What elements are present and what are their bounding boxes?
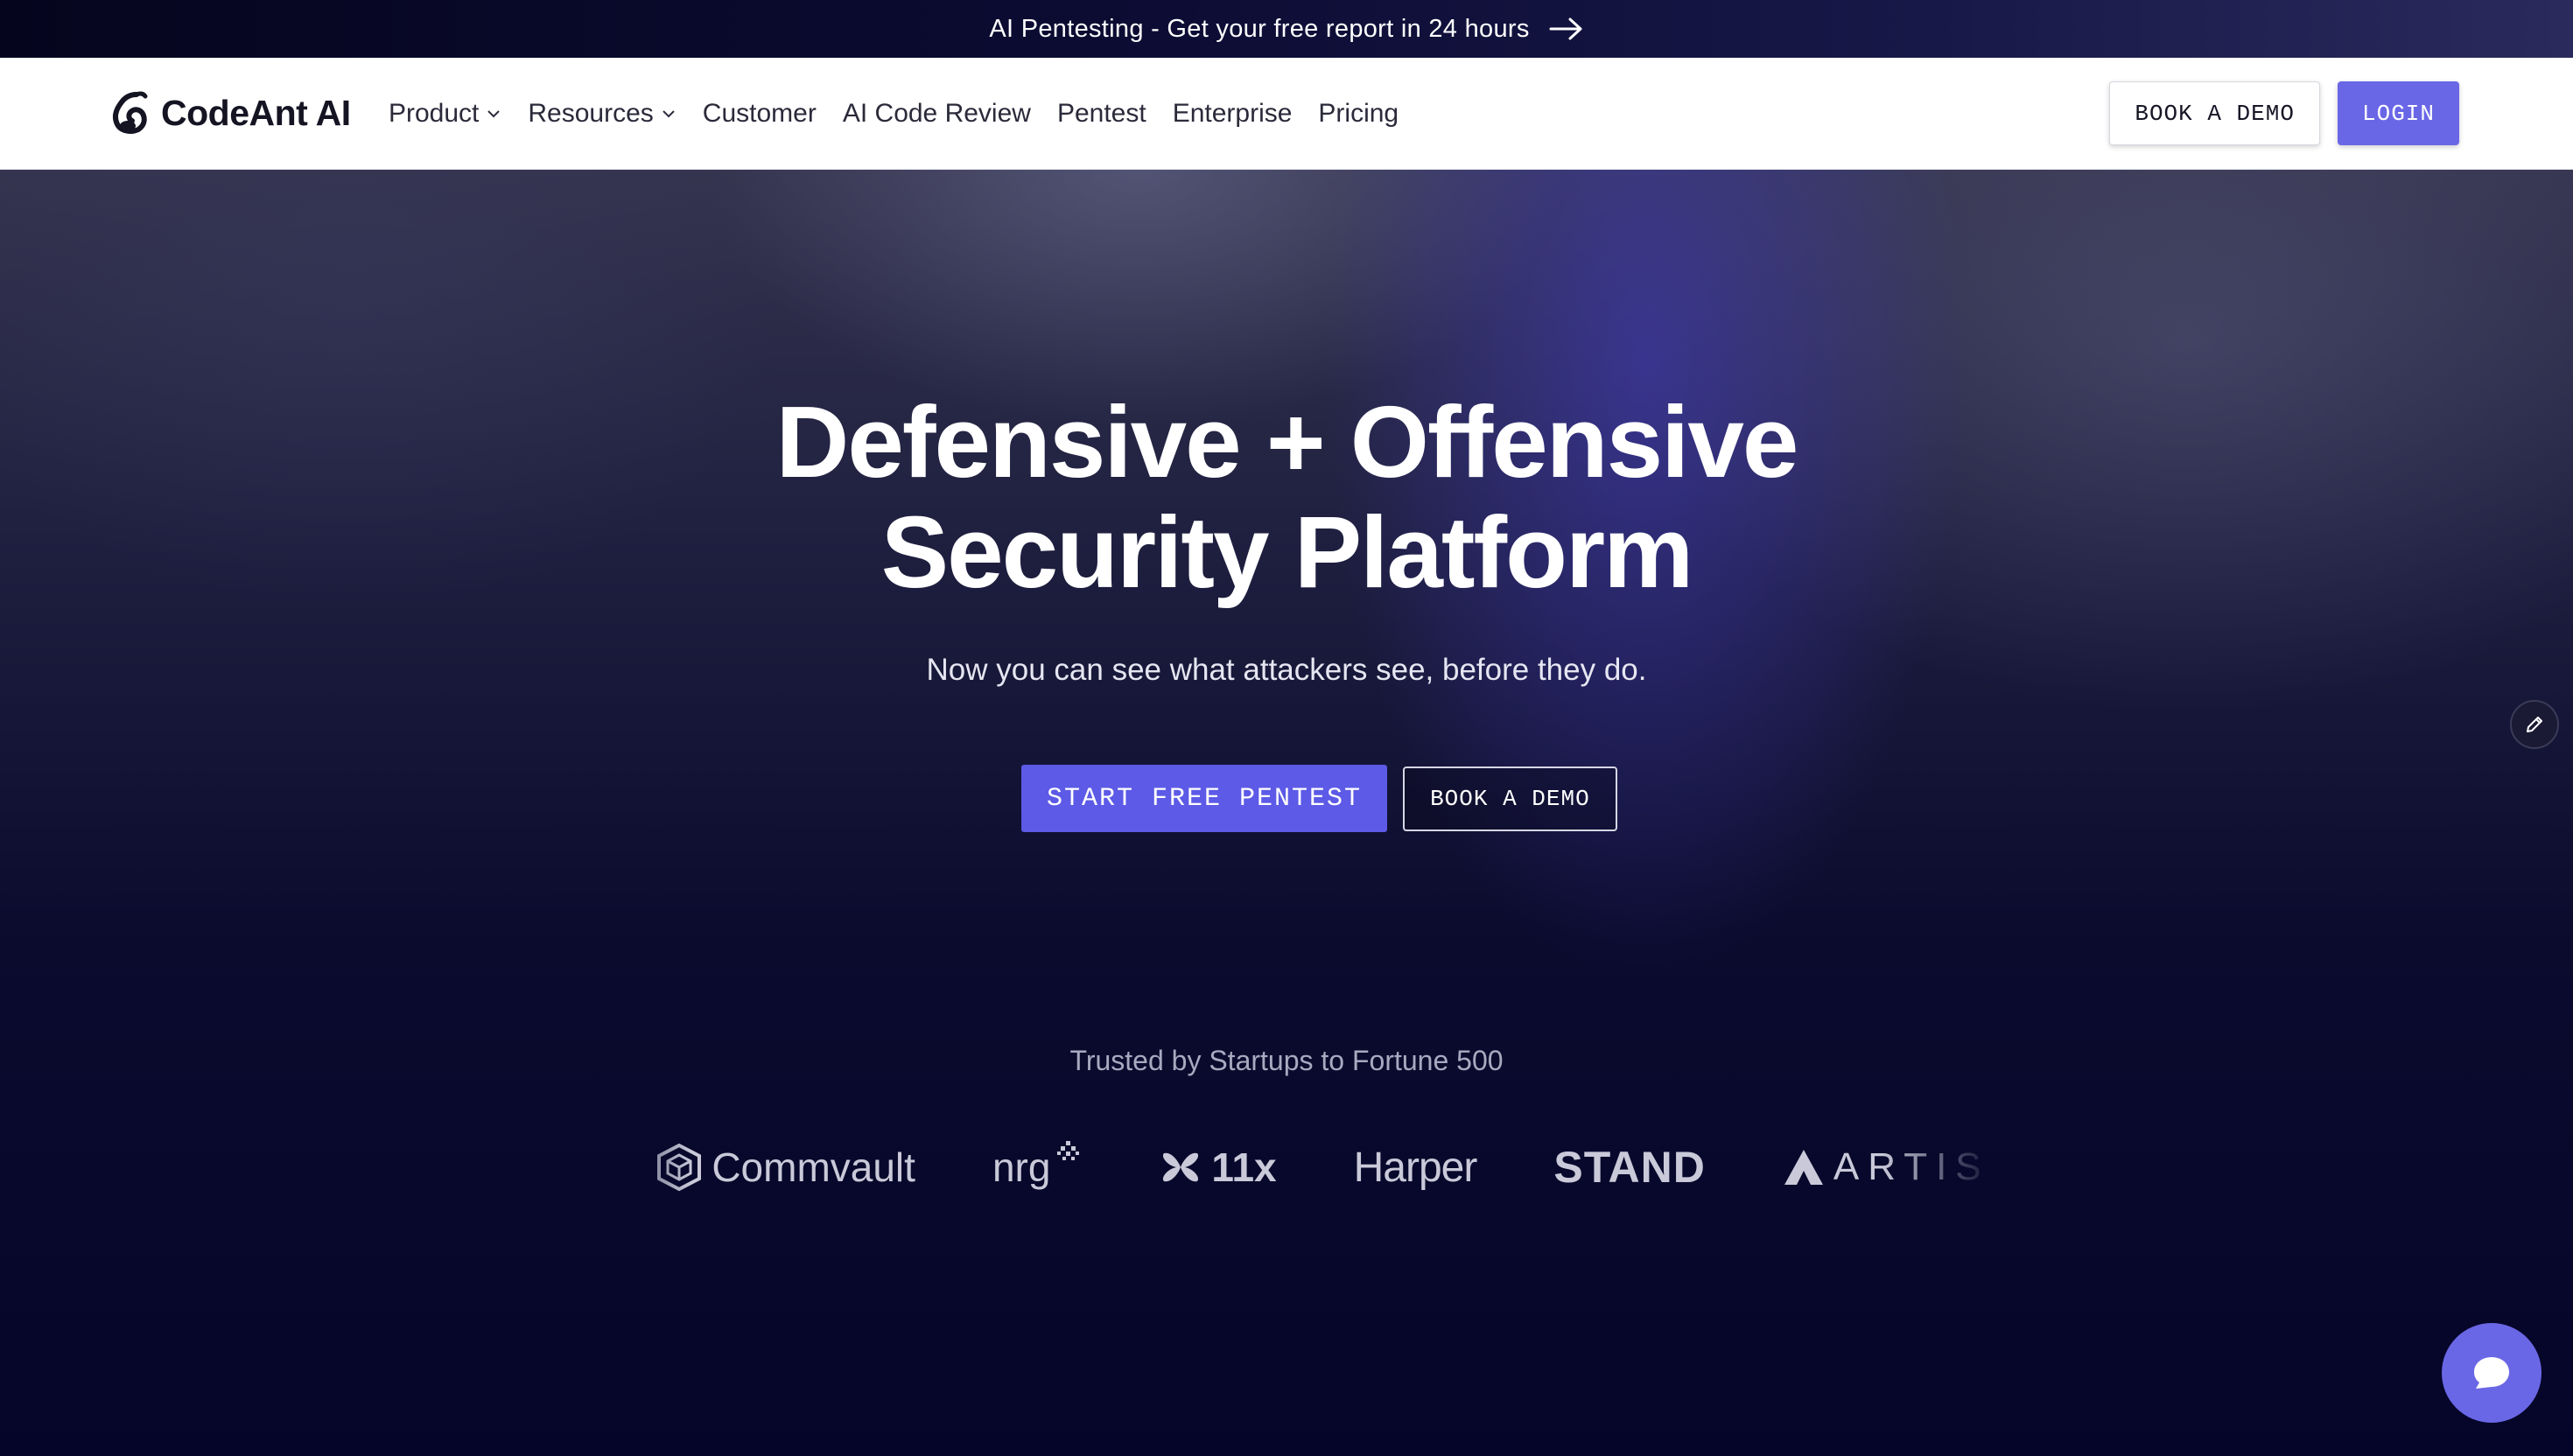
11x-mark-icon xyxy=(1163,1152,1199,1182)
announcement-bar[interactable]: AI Pentesting - Get your free report in … xyxy=(0,0,2573,58)
hero-subtitle: Now you can see what attackers see, befo… xyxy=(926,653,1647,687)
nav-item-ai-code-review[interactable]: AI Code Review xyxy=(843,99,1031,129)
hero-title-line2: Security Platform xyxy=(880,495,1694,609)
hero-title: Defensive + Offensive Security Platform xyxy=(0,387,2573,607)
nav-item-product[interactable]: Product xyxy=(389,99,501,129)
nav-actions: BOOK A DEMO LOGIN xyxy=(2109,81,2459,145)
announcement-text[interactable]: AI Pentesting - Get your free report in … xyxy=(989,15,1529,44)
customer-logo-11x: 11x xyxy=(1159,1144,1277,1191)
nav-item-pentest[interactable]: Pentest xyxy=(1057,99,1146,129)
chat-launcher-button[interactable] xyxy=(2442,1323,2541,1423)
customer-logo-text: nrg xyxy=(992,1144,1051,1190)
hero-book-demo-button[interactable]: BOOK A DEMO xyxy=(1403,766,1617,831)
nav-item-enterprise[interactable]: Enterprise xyxy=(1173,99,1293,129)
hero-section: Defensive + Offensive Security Platform … xyxy=(0,170,2573,1456)
chat-bubble-icon xyxy=(2474,1357,2509,1389)
chevron-down-icon xyxy=(663,110,675,118)
nav-item-label: Pricing xyxy=(1318,99,1399,128)
customer-logo-artis: ARTIS xyxy=(1783,1145,1990,1189)
logo-track: LD Commvault nrg xyxy=(578,1124,1990,1211)
customer-logo-stand: STAND xyxy=(1553,1142,1706,1193)
customer-logo-text: Commvault xyxy=(712,1144,915,1190)
start-free-pentest-button[interactable]: START FREE PENTEST xyxy=(1021,765,1388,832)
customer-logo-commvault: Commvault xyxy=(656,1142,915,1193)
commvault-mark-icon xyxy=(657,1143,702,1192)
top-navbar: CodeAnt AI Product Resources Customer AI… xyxy=(0,58,2573,170)
customer-logo-nrg: nrg xyxy=(992,1141,1082,1191)
nav-item-label: Resources xyxy=(528,99,654,128)
customer-logo-text: Harper xyxy=(1353,1144,1478,1191)
brand-name: CodeAnt AI xyxy=(161,92,351,133)
nrg-sparkle-icon xyxy=(1057,1141,1080,1160)
customer-logo-text: STAND xyxy=(1553,1143,1706,1192)
customer-logo-text: 11x xyxy=(1211,1144,1277,1190)
pencil-icon xyxy=(2527,717,2542,732)
book-demo-button[interactable]: BOOK A DEMO xyxy=(2109,81,2320,145)
nav-item-pricing[interactable]: Pricing xyxy=(1318,99,1399,129)
main-nav: Product Resources Customer AI Code Revie… xyxy=(389,58,1399,170)
customer-logo-text: ARTIS xyxy=(1833,1145,1990,1188)
hero-title-line1: Defensive + Offensive xyxy=(775,385,1799,499)
arrow-right-icon[interactable] xyxy=(1549,17,1584,41)
customer-logo-strip: LD Commvault nrg xyxy=(578,1124,1995,1211)
nav-item-label: Enterprise xyxy=(1172,99,1293,128)
brand-logo[interactable]: CodeAnt AI xyxy=(110,91,351,135)
nav-item-customer[interactable]: Customer xyxy=(703,99,817,129)
artis-triangle-icon xyxy=(1784,1150,1823,1185)
nav-item-label: Product xyxy=(389,99,480,128)
nav-item-label: Pentest xyxy=(1056,99,1146,128)
hero-cta-group: START FREE PENTEST BOOK A DEMO xyxy=(1021,765,1617,832)
nav-item-label: AI Code Review xyxy=(842,99,1031,128)
nav-item-label: Customer xyxy=(702,99,817,128)
trusted-by-text: Trusted by Startups to Fortune 500 xyxy=(1069,1045,1504,1076)
edit-floating-button[interactable] xyxy=(2510,700,2559,749)
login-button[interactable]: LOGIN xyxy=(2337,81,2459,145)
nav-item-resources[interactable]: Resources xyxy=(528,99,676,129)
customer-logo-harper: Harper xyxy=(1353,1144,1478,1192)
chevron-down-icon xyxy=(487,110,501,118)
codeant-logo-icon xyxy=(112,91,148,134)
